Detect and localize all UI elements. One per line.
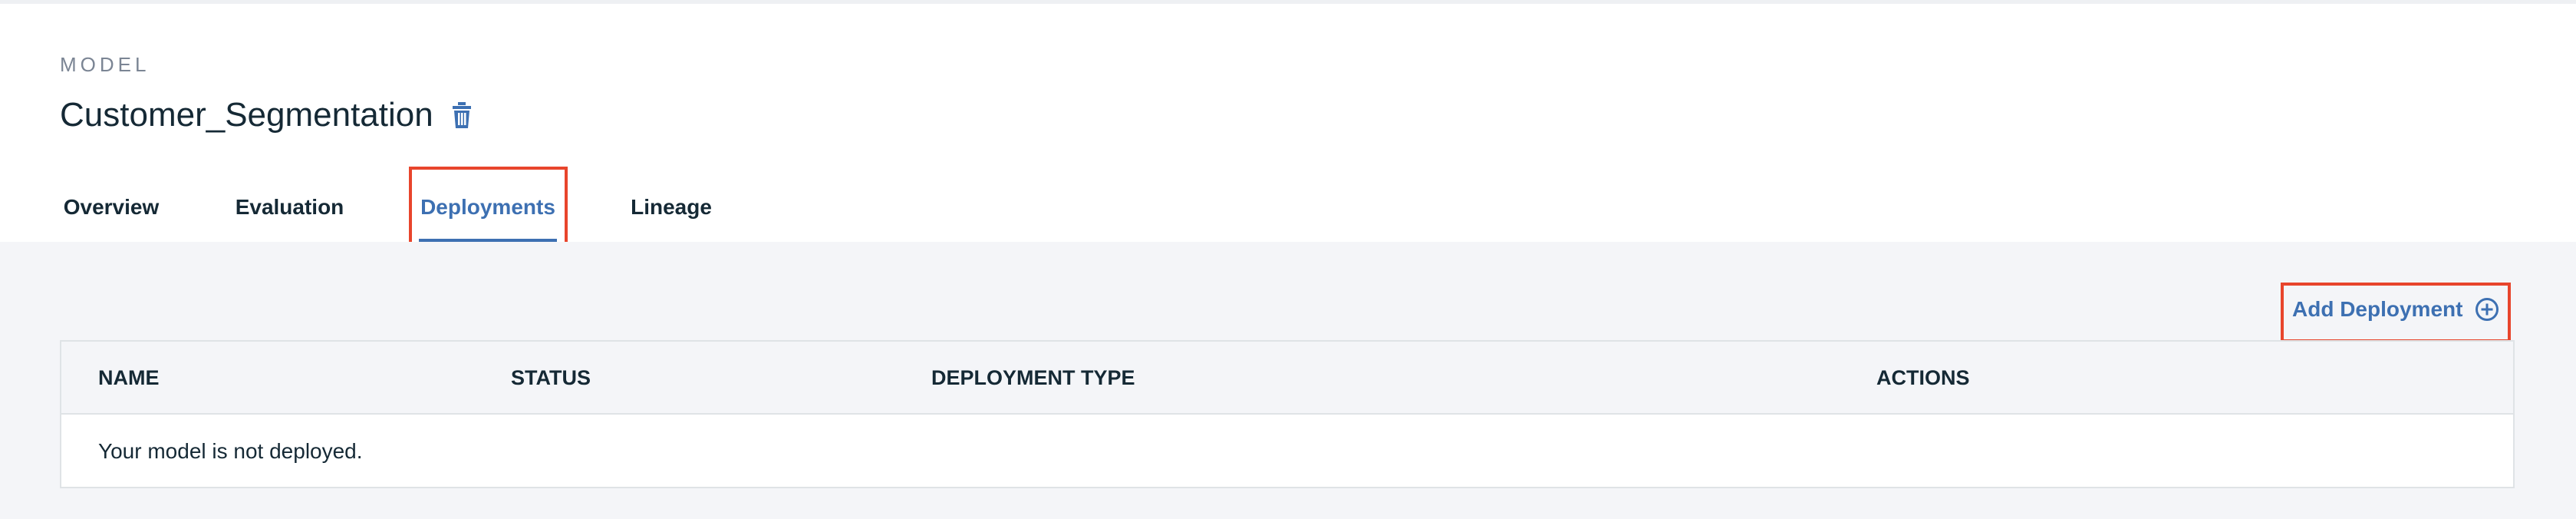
tab-overview[interactable]: Overview bbox=[61, 169, 161, 246]
title-row: Customer_Segmentation bbox=[60, 96, 473, 134]
model-header: MODEL Customer_Segmentation Overview Eva… bbox=[0, 4, 2576, 242]
column-header-name[interactable]: NAME bbox=[98, 342, 160, 415]
page-eyebrow: MODEL bbox=[60, 53, 150, 76]
tab-lineage[interactable]: Lineage bbox=[631, 169, 712, 246]
column-header-actions: ACTIONS bbox=[1876, 366, 1970, 389]
table-header: NAME STATUS DEPLOYMENT TYPE ACTIONS bbox=[61, 342, 2513, 415]
column-header-deployment-type[interactable]: DEPLOYMENT TYPE bbox=[931, 342, 1135, 415]
page-title: Customer_Segmentation bbox=[60, 96, 433, 134]
empty-state-message: Your model is not deployed. bbox=[98, 439, 363, 463]
deployments-table: NAME STATUS DEPLOYMENT TYPE ACTIONS Your… bbox=[60, 340, 2515, 488]
trash-icon bbox=[452, 102, 471, 128]
table-empty-row: Your model is not deployed. bbox=[61, 415, 2513, 488]
add-deployment-highlight bbox=[2281, 283, 2511, 342]
deployments-tab-highlight bbox=[409, 167, 568, 251]
delete-model-button[interactable] bbox=[450, 100, 473, 131]
tab-bar: Overview Evaluation Deployments Lineage bbox=[0, 169, 767, 246]
column-header-status[interactable]: STATUS bbox=[511, 342, 591, 415]
tab-evaluation[interactable]: Evaluation bbox=[234, 169, 345, 246]
